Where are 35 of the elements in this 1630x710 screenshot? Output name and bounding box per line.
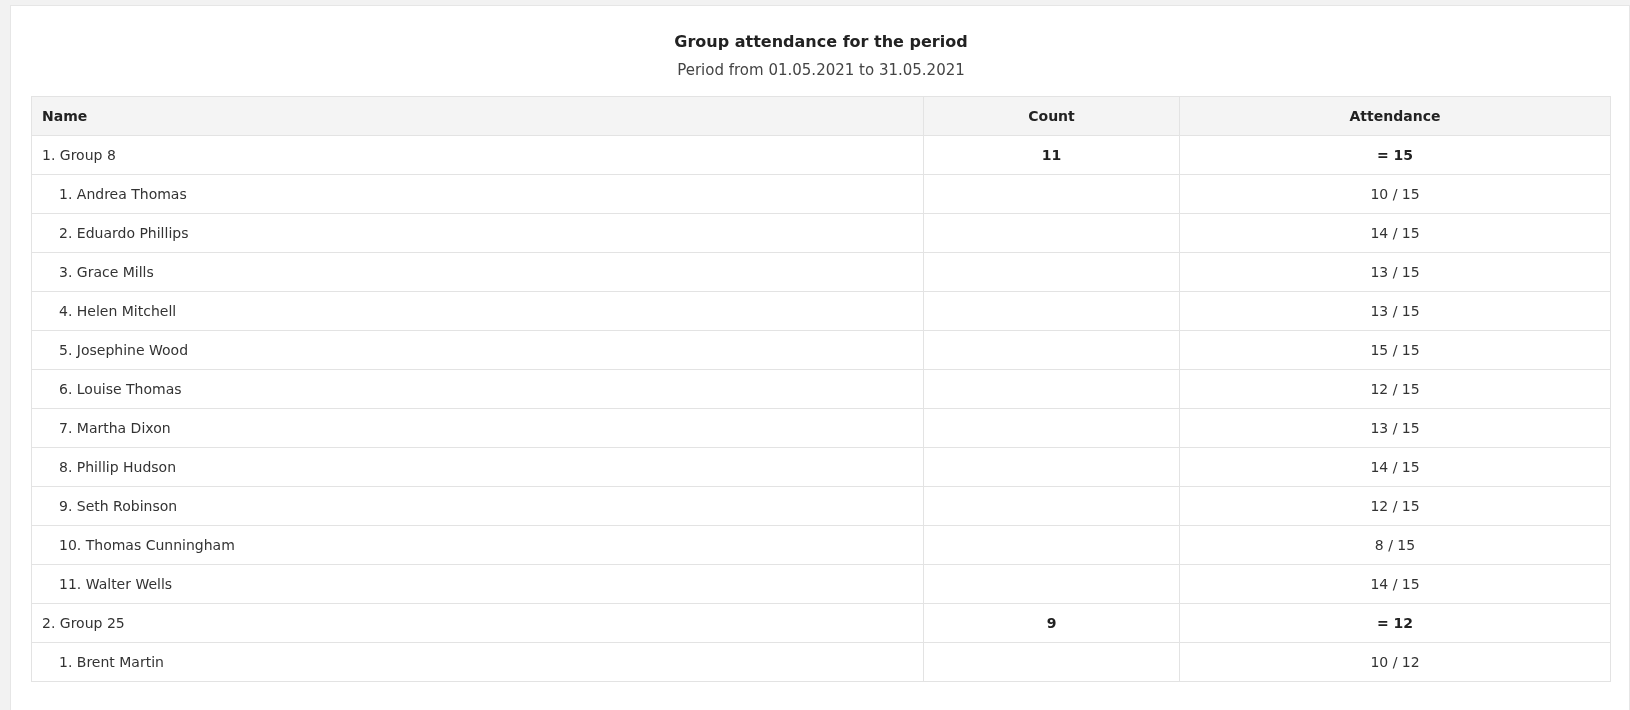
member-name: 2. Eduardo Phillips [31,213,924,253]
member-attendance: 13 / 15 [1179,252,1611,292]
report-title: Group attendance for the period [673,32,969,51]
member-name: 7. Martha Dixon [31,408,924,448]
member-name: 5. Josephine Wood [31,330,924,370]
member-name: 8. Phillip Hudson [31,447,924,487]
member-attendance: 10 / 15 [1179,174,1611,214]
member-name: 1. Brent Martin [31,642,924,682]
member-attendance: 12 / 15 [1179,369,1611,409]
report-period: Period from 01.05.2021 to 31.05.2021 [676,61,966,79]
member-attendance: 12 / 15 [1179,486,1611,526]
member-attendance: 15 / 15 [1179,330,1611,370]
member-name: 10. Thomas Cunningham [31,525,924,565]
member-attendance: 13 / 15 [1179,408,1611,448]
member-name: 1. Andrea Thomas [31,174,924,214]
member-name: 11. Walter Wells [31,564,924,604]
member-attendance: 13 / 15 [1179,291,1611,331]
column-header: Count [923,96,1180,136]
member-name: 3. Grace Mills [31,252,924,292]
member-attendance: 14 / 15 [1179,213,1611,253]
member-name: 6. Louise Thomas [31,369,924,409]
column-header: Attendance [1179,96,1611,136]
column-header: Name [31,96,924,136]
group-attendance: = 12 [1179,603,1611,643]
member-attendance: 10 / 12 [1179,642,1611,682]
member-attendance: 14 / 15 [1179,564,1611,604]
member-attendance: 8 / 15 [1179,525,1611,565]
group-count: 9 [923,603,1180,643]
member-attendance: 14 / 15 [1179,447,1611,487]
group-name: 1. Group 8 [31,135,924,175]
group-count: 11 [923,135,1180,175]
member-name: 9. Seth Robinson [31,486,924,526]
member-name: 4. Helen Mitchell [31,291,924,331]
group-name: 2. Group 25 [31,603,924,643]
group-attendance: = 15 [1179,135,1611,175]
